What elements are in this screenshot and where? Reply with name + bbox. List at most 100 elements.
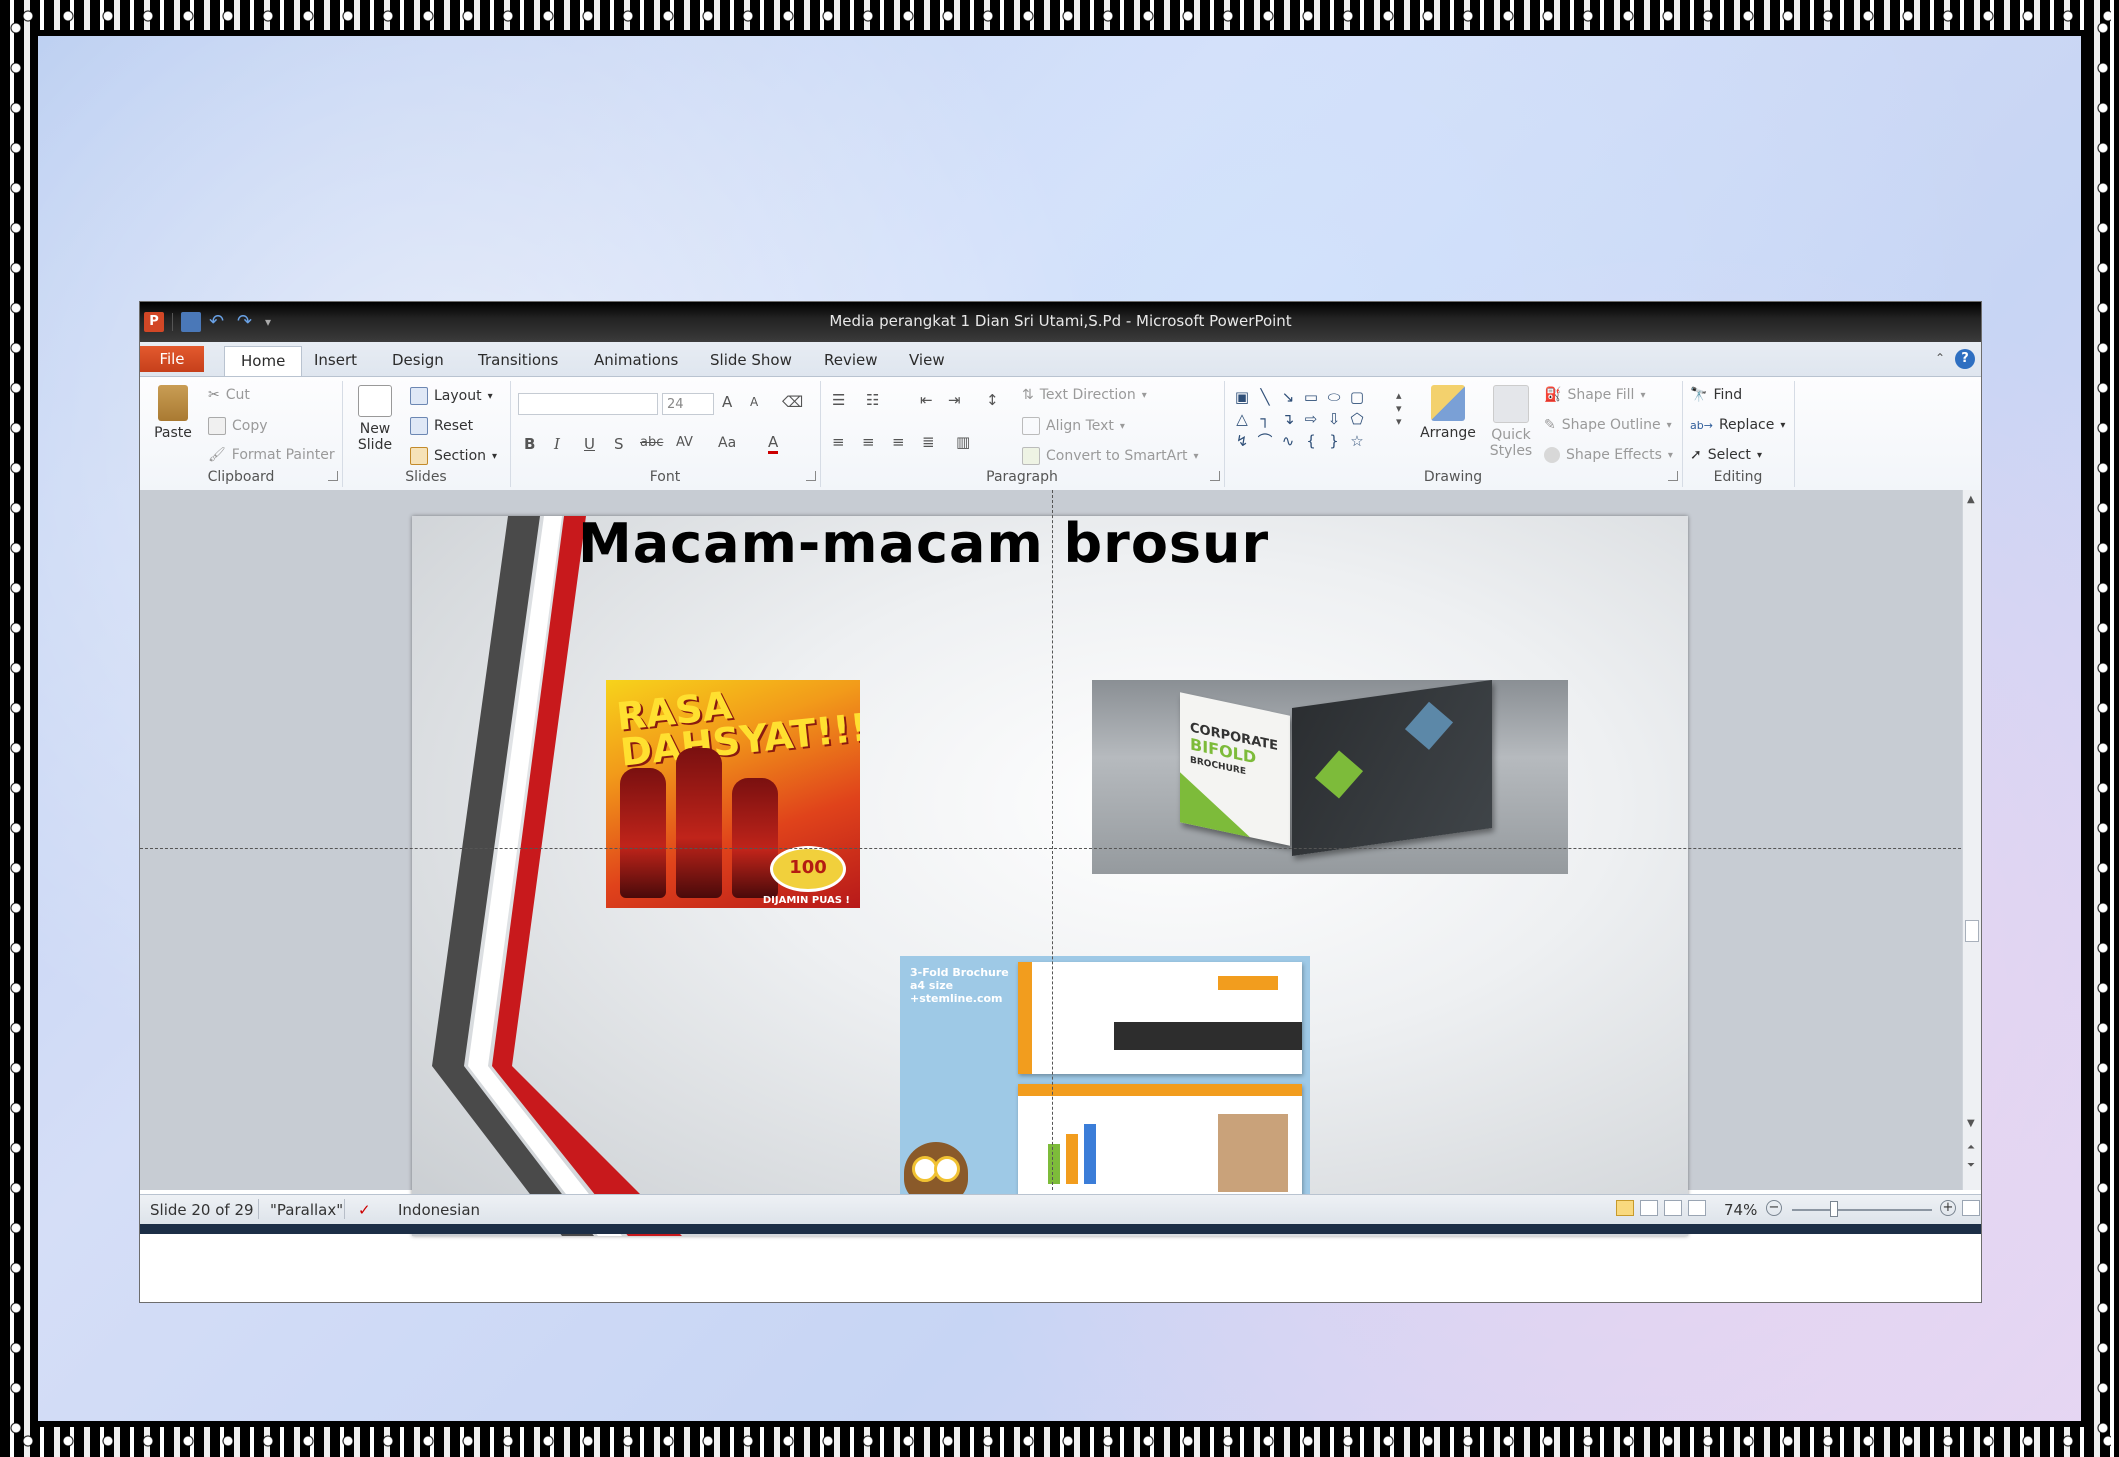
section-button[interactable]: Section ▾	[410, 447, 497, 465]
font-size-field[interactable]: 24	[662, 393, 714, 415]
line-shape-icon[interactable]: ╲	[1255, 387, 1275, 407]
font-name-field[interactable]	[518, 393, 658, 415]
shadow-button[interactable]: S	[614, 435, 624, 453]
cut-button[interactable]: ✂ Cut	[208, 387, 250, 403]
tab-design[interactable]: Design	[378, 348, 458, 372]
justify-icon[interactable]: ≣	[922, 433, 935, 451]
increase-indent-icon[interactable]: ⇥	[948, 391, 961, 409]
find-button[interactable]: 🔭 Find	[1690, 387, 1742, 403]
vertical-scrollbar[interactable]: ▲ ▼ ⏶ ⏷	[1962, 490, 1981, 1190]
rectangle-shape-icon[interactable]: ▭	[1301, 387, 1321, 407]
shape-fill-button[interactable]: ⛽ Shape Fill ▾	[1544, 387, 1645, 403]
text-direction-button[interactable]: ⇅ Text Direction ▾	[1022, 387, 1147, 403]
right-arrow-shape-icon[interactable]: ⇨	[1301, 409, 1321, 429]
reset-button[interactable]: Reset	[410, 417, 473, 435]
scroll-thumb[interactable]	[1965, 920, 1979, 942]
right-brace-shape-icon[interactable]: }	[1324, 431, 1344, 451]
tab-transitions[interactable]: Transitions	[464, 348, 572, 372]
curve-connector-shape-icon[interactable]: ↯	[1232, 431, 1252, 451]
character-spacing-button[interactable]: AV	[676, 435, 693, 450]
shape-outline-button[interactable]: ✎ Shape Outline ▾	[1544, 417, 1672, 433]
brochure-image-corporate-bifold[interactable]: CORPORATE BIFOLD BROCHURE	[1092, 680, 1568, 874]
horizontal-guide[interactable]	[140, 848, 1981, 849]
rounded-rect-shape-icon[interactable]: ▢	[1347, 387, 1367, 407]
decrease-indent-icon[interactable]: ⇤	[920, 391, 933, 409]
help-icon[interactable]: ?	[1955, 349, 1975, 369]
vertical-guide[interactable]	[1052, 490, 1053, 1190]
minimize-ribbon-icon[interactable]: ⌃	[1935, 351, 1945, 365]
change-case-button[interactable]: Aa	[718, 435, 736, 451]
bullets-icon[interactable]: ☰	[832, 391, 845, 409]
brochure-image-sauce[interactable]: RASA DAHSYAT!!! 100 DIJAMIN PUAS !	[606, 680, 860, 908]
theme-name[interactable]: "Parallax"	[270, 1201, 343, 1219]
tab-slide-show[interactable]: Slide Show	[696, 348, 806, 372]
slideshow-view-icon[interactable]	[1688, 1200, 1706, 1216]
normal-view-icon[interactable]	[1616, 1200, 1634, 1216]
tab-animations[interactable]: Animations	[580, 348, 692, 372]
layout-button[interactable]: Layout ▾	[410, 387, 493, 405]
font-launcher-icon[interactable]	[806, 471, 816, 481]
curve-shape-icon[interactable]: ∿	[1278, 431, 1298, 451]
drawing-launcher-icon[interactable]	[1668, 471, 1678, 481]
bold-button[interactable]: B	[524, 435, 535, 453]
triangle-shape-icon[interactable]: △	[1232, 409, 1252, 429]
align-text-button[interactable]: Align Text ▾	[1022, 417, 1125, 435]
replace-button[interactable]: ab→ Replace ▾	[1690, 417, 1785, 433]
next-slide-icon[interactable]: ⏷	[1967, 1160, 1975, 1171]
previous-slide-icon[interactable]: ⏶	[1967, 1142, 1975, 1153]
reading-view-icon[interactable]	[1664, 1200, 1682, 1216]
arc-shape-icon[interactable]: ⌒	[1255, 431, 1275, 451]
copy-button[interactable]: Copy	[208, 417, 268, 435]
zoom-slider-thumb[interactable]	[1830, 1201, 1838, 1217]
oval-shape-icon[interactable]: ⬭	[1324, 387, 1344, 407]
down-arrow-shape-icon[interactable]: ⇩	[1324, 409, 1344, 429]
zoom-slider-track[interactable]	[1792, 1209, 1932, 1211]
elbow-connector-shape-icon[interactable]: ┐	[1255, 409, 1275, 429]
strikethrough-button[interactable]: abc	[640, 435, 663, 450]
grow-font-button[interactable]: A	[722, 393, 732, 411]
font-color-button[interactable]: A	[768, 433, 779, 454]
align-left-icon[interactable]: ≡	[832, 433, 845, 451]
numbering-icon[interactable]: ☷	[866, 391, 879, 409]
new-slide-button[interactable]: New Slide	[350, 385, 400, 453]
zoom-in-icon[interactable]: +	[1940, 1200, 1956, 1216]
spelling-check-icon[interactable]: ✓	[358, 1201, 371, 1219]
left-brace-shape-icon[interactable]: {	[1301, 431, 1321, 451]
elbow-arrow-shape-icon[interactable]: ↴	[1278, 409, 1298, 429]
underline-button[interactable]: U	[584, 435, 595, 453]
slide-canvas[interactable]: Macam-macam brosur RASA DAHSYAT!!! 100 D…	[412, 516, 1688, 1236]
textbox-shape-icon[interactable]: ▣	[1232, 387, 1252, 407]
zoom-level[interactable]: 74%	[1724, 1201, 1757, 1219]
slide-editing-area[interactable]: Macam-macam brosur RASA DAHSYAT!!! 100 D…	[140, 490, 1981, 1236]
italic-button[interactable]: I	[554, 435, 560, 453]
scroll-up-icon[interactable]: ▲	[1967, 494, 1975, 505]
star-shape-icon[interactable]: ☆	[1347, 431, 1367, 451]
fit-to-window-icon[interactable]	[1962, 1200, 1980, 1216]
tab-home[interactable]: Home	[224, 346, 303, 376]
line-spacing-icon[interactable]: ↕	[986, 391, 999, 409]
columns-icon[interactable]: ▥	[956, 433, 970, 451]
slide-title[interactable]: Macam-macam brosur	[578, 516, 1269, 575]
paragraph-launcher-icon[interactable]	[1210, 471, 1220, 481]
shape-effects-button[interactable]: Shape Effects ▾	[1544, 447, 1673, 463]
brochure-image-trifold[interactable]: 3-Fold Brochure a4 size +stemline.com	[900, 956, 1310, 1208]
tab-view[interactable]: View	[895, 348, 959, 372]
shrink-font-button[interactable]: A	[750, 395, 758, 409]
arrange-button[interactable]: Arrange	[1418, 385, 1478, 441]
align-center-icon[interactable]: ≡	[862, 433, 875, 451]
clipboard-launcher-icon[interactable]	[328, 471, 338, 481]
tab-file[interactable]: File	[140, 346, 204, 372]
convert-smartart-button[interactable]: Convert to SmartArt ▾	[1022, 447, 1199, 465]
slide-sorter-icon[interactable]	[1640, 1200, 1658, 1216]
gallery-scroll-icon[interactable]: ▴ ▾ ▾	[1396, 389, 1402, 428]
quick-styles-button[interactable]: Quick Styles	[1484, 385, 1538, 459]
zoom-out-icon[interactable]: −	[1766, 1200, 1782, 1216]
paste-button[interactable]: Paste	[148, 385, 198, 441]
select-button[interactable]: ➚ Select ▾	[1690, 447, 1762, 463]
clear-formatting-icon[interactable]: ⌫	[782, 393, 803, 411]
freeform-shape-icon[interactable]: ⬠	[1347, 409, 1367, 429]
tab-review[interactable]: Review	[810, 348, 892, 372]
align-right-icon[interactable]: ≡	[892, 433, 905, 451]
scroll-down-icon[interactable]: ▼	[1967, 1118, 1975, 1129]
tab-insert[interactable]: Insert	[300, 348, 371, 372]
